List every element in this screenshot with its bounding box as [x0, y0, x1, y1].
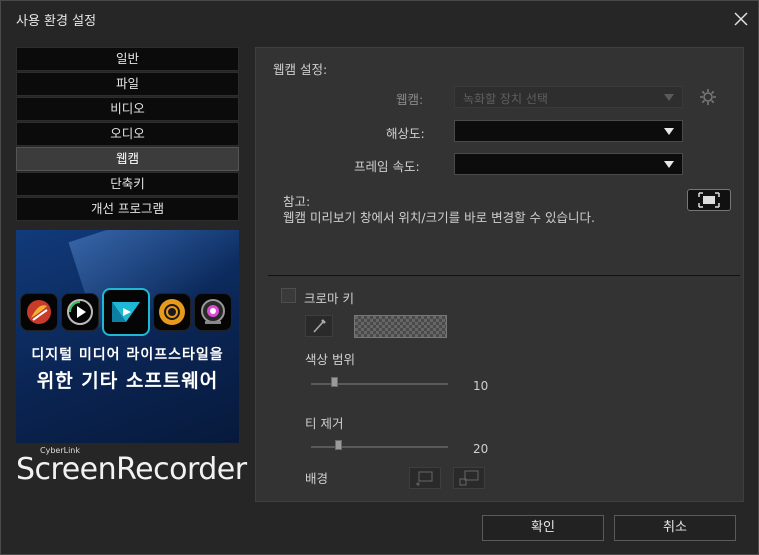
powerdvd-icon: [61, 293, 99, 331]
promo-icons: [20, 287, 235, 337]
remove-value: 20: [473, 442, 489, 456]
close-icon: [734, 12, 748, 26]
remove-slider[interactable]: [311, 446, 448, 448]
section-title: 웹캠 설정:: [273, 62, 328, 77]
ok-button[interactable]: 확인: [482, 515, 604, 541]
eyedropper-icon: [313, 319, 326, 333]
powerdirector-icon: [102, 288, 150, 336]
photodirector-icon: [20, 293, 58, 331]
nav-item-improvement-program[interactable]: 개선 프로그램: [16, 197, 239, 221]
chevron-down-icon: [664, 94, 674, 101]
remove-label: 티 제거: [305, 416, 344, 431]
nav-item-audio[interactable]: 오디오: [16, 122, 239, 146]
resolution-label: 해상도:: [386, 126, 425, 141]
webcam-settings-button[interactable]: [699, 88, 717, 106]
title-bar: 사용 환경 설정: [1, 1, 758, 35]
remove-slider-thumb[interactable]: [335, 440, 343, 450]
fit-screen-icon: [698, 192, 720, 208]
background-remove-button[interactable]: [453, 467, 485, 489]
webcam-select[interactable]: 녹화할 장치 선택: [454, 86, 683, 108]
promo-line-2: 위한 기타 소프트웨어: [36, 370, 219, 392]
brand-screenrecorder: ScreenRecorder: [16, 452, 247, 487]
nav-item-webcam[interactable]: 웹캠: [16, 147, 239, 171]
settings-nav: 일반 파일 비디오 오디오 웹캠 단축키 개선 프로그램: [16, 47, 239, 222]
youcam-icon: [194, 293, 232, 331]
background-import-button[interactable]: [409, 467, 441, 489]
nav-item-hotkeys[interactable]: 단축키: [16, 172, 239, 196]
color-range-slider-thumb[interactable]: [331, 377, 339, 387]
framerate-label: 프레임 속도:: [354, 159, 420, 174]
background-delete-icon: [459, 470, 479, 486]
background-label: 배경: [305, 471, 329, 486]
webcam-settings-panel: 웹캠 설정: 웹캠: 녹화할 장치 선택 해상도: 프레임 속도: 참고: 웹캠…: [255, 47, 744, 502]
nav-item-general[interactable]: 일반: [16, 47, 239, 71]
note-text: 웹캠 미리보기 창에서 위치/크기를 바로 변경할 수 있습니다.: [283, 210, 595, 225]
nav-item-file[interactable]: 파일: [16, 72, 239, 96]
chroma-color-swatch[interactable]: [354, 315, 447, 338]
webcam-select-value: 녹화할 장치 선택: [463, 92, 548, 106]
color-range-value: 10: [473, 379, 489, 393]
promo-line-1: 디지털 미디어 라이프스타일을: [31, 347, 224, 363]
section-divider: [268, 275, 740, 276]
cancel-button[interactable]: 취소: [614, 515, 736, 541]
chevron-down-icon: [664, 128, 674, 135]
chevron-down-icon: [664, 161, 674, 168]
color-range-label: 색상 범위: [305, 352, 355, 367]
window-title: 사용 환경 설정: [16, 14, 97, 29]
promo-banner[interactable]: 디지털 미디어 라이프스타일을 위한 기타 소프트웨어: [16, 230, 239, 443]
webcam-label: 웹캠:: [396, 92, 424, 107]
background-add-icon: [416, 471, 433, 486]
nav-item-video[interactable]: 비디오: [16, 97, 239, 121]
resolution-select[interactable]: [454, 120, 683, 142]
framerate-select[interactable]: [454, 153, 683, 175]
webcam-preview-button[interactable]: [687, 189, 731, 211]
chroma-key-label: 크로마 키: [304, 291, 354, 306]
colordirector-icon: [153, 293, 191, 331]
close-button[interactable]: [730, 8, 752, 30]
gear-icon: [700, 89, 716, 105]
color-picker-button[interactable]: [305, 315, 333, 337]
chroma-key-checkbox[interactable]: [281, 288, 296, 303]
